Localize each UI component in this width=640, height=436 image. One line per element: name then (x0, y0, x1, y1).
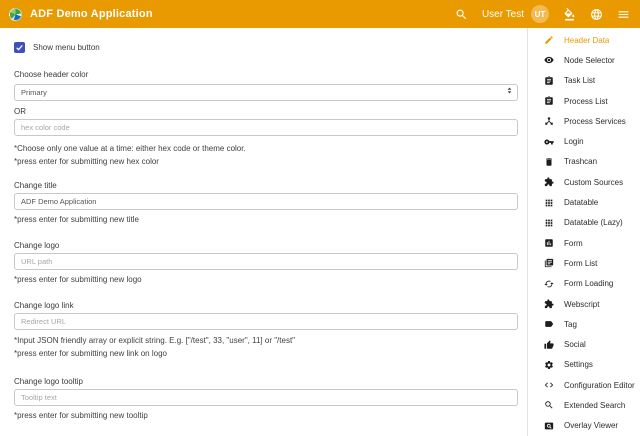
color-hint: *Choose only one value at a time: either… (14, 144, 518, 153)
sidebar-item-process-list[interactable]: Process List (528, 91, 640, 111)
sync-icon (544, 279, 554, 289)
adf-logo-icon[interactable] (9, 8, 22, 21)
menu-icon[interactable] (617, 8, 630, 21)
change-tooltip-label: Change logo tooltip (14, 377, 518, 386)
check-icon (15, 43, 24, 52)
sidebar-item-header-data[interactable]: Header Data (528, 30, 640, 50)
title-hint: *press enter for submitting new title (14, 215, 518, 224)
header-color-select[interactable]: Primary (14, 84, 518, 101)
pageview-icon (544, 421, 554, 431)
tooltip-input[interactable] (14, 389, 518, 406)
puzzle-icon (544, 177, 554, 187)
logo-hint: *press enter for submitting new logo (14, 275, 518, 284)
puzzle-icon (544, 299, 554, 309)
sidebar-item-extended-search[interactable]: Extended Search (528, 395, 640, 415)
settings-panel: Show menu button Choose header color Pri… (0, 28, 527, 436)
change-logo-label: Change logo (14, 241, 518, 250)
tooltip-hint: *press enter for submitting new tooltip (14, 411, 518, 420)
show-menu-label: Show menu button (33, 43, 100, 52)
gear-icon (544, 360, 554, 370)
sidebar-item-configuration-editor[interactable]: Configuration Editor (528, 375, 640, 395)
sidebar-item-settings[interactable]: Settings (528, 355, 640, 375)
eye-icon (544, 55, 554, 65)
chart-icon (544, 238, 554, 248)
sidebar-item-task-list[interactable]: Task List (528, 71, 640, 91)
sidebar-item-overlay-viewer[interactable]: Overlay Viewer (528, 416, 640, 436)
sidebar-item-datatable[interactable]: Datatable (528, 192, 640, 212)
trash-icon (544, 157, 554, 167)
language-icon[interactable] (590, 8, 603, 21)
logo-input[interactable] (14, 253, 518, 270)
sidebar-item-node-selector[interactable]: Node Selector (528, 50, 640, 70)
sidebar-item-custom-sources[interactable]: Custom Sources (528, 172, 640, 192)
logo-link-hint: *Input JSON friendly array or explicit s… (14, 336, 518, 345)
change-logo-link-label: Change logo link (14, 301, 518, 310)
sidebar-item-form-loading[interactable]: Form Loading (528, 274, 640, 294)
books-icon (544, 258, 554, 268)
show-menu-checkbox[interactable] (14, 42, 25, 53)
tag-icon (544, 319, 554, 329)
search-icon (544, 400, 554, 410)
header-color-label: Choose header color (14, 70, 518, 79)
or-label: OR (14, 107, 518, 116)
sidebar-item-form[interactable]: Form (528, 233, 640, 253)
change-title-label: Change title (14, 181, 518, 190)
search-icon[interactable] (455, 8, 468, 21)
logo-link-hint: *press enter for submitting new link on … (14, 349, 518, 358)
sidebar-item-tag[interactable]: Tag (528, 314, 640, 334)
clipboard-icon (544, 76, 554, 86)
color-fill-icon[interactable] (563, 8, 576, 21)
pencil-icon (544, 35, 554, 45)
grid-icon (544, 198, 554, 208)
sidebar-item-social[interactable]: Social (528, 334, 640, 354)
user-name: User Test (482, 9, 524, 20)
grid-icon (544, 218, 554, 228)
title-input[interactable] (14, 193, 518, 210)
key-icon (544, 137, 554, 147)
sidebar-item-datatable-lazy[interactable]: Datatable (Lazy) (528, 213, 640, 233)
code-icon (544, 380, 554, 390)
color-hint: *press enter for submitting new hex colo… (14, 157, 518, 166)
hex-color-input[interactable] (14, 119, 518, 136)
logo-link-input[interactable] (14, 313, 518, 330)
sidebar-item-form-list[interactable]: Form List (528, 253, 640, 273)
device-hub-icon (544, 116, 554, 126)
sidebar-item-trashcan[interactable]: Trashcan (528, 152, 640, 172)
sidebar-item-login[interactable]: Login (528, 131, 640, 151)
sidebar-item-webscript[interactable]: Webscript (528, 294, 640, 314)
app-sidebar: Header Data Node Selector Task List Proc… (527, 28, 640, 436)
clipboard-icon (544, 96, 554, 106)
avatar[interactable]: UT (531, 5, 549, 23)
thumb-up-icon (544, 340, 554, 350)
sidebar-item-process-services[interactable]: Process Services (528, 111, 640, 131)
app-header: ADF Demo Application User Test UT (0, 0, 640, 28)
app-title: ADF Demo Application (30, 8, 153, 20)
